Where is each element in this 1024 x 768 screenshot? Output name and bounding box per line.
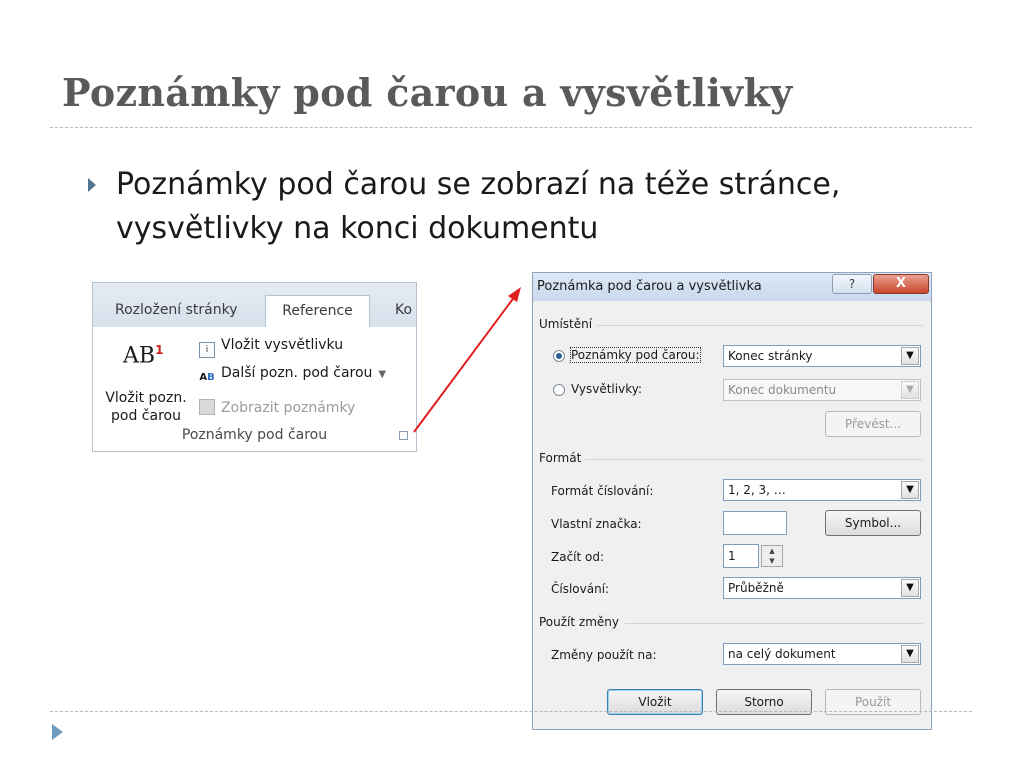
spinner-arrows-icon[interactable]: ▲ ▼: [761, 545, 783, 567]
next-footnote-icon: AB: [199, 372, 215, 383]
help-button[interactable]: ?: [832, 274, 872, 294]
tab-page-layout[interactable]: Rozložení stránky: [115, 302, 238, 318]
number-format-select[interactable]: 1, 2, 3, … ▼: [723, 479, 921, 501]
show-notes-button: Zobrazit poznámky: [199, 399, 355, 416]
bullet-arrow-icon: [88, 178, 96, 192]
apply-to-label: Změny použít na:: [551, 648, 657, 662]
footer-divider: [50, 711, 972, 712]
symbol-button[interactable]: Symbol...: [825, 510, 921, 536]
apply-to-select[interactable]: na celý dokument ▼: [723, 643, 921, 665]
chevron-down-icon: ▼: [901, 381, 919, 399]
close-button[interactable]: X: [873, 274, 929, 294]
bullet-text: Poznámky pod čarou se zobrazí na téže st…: [116, 167, 841, 246]
dialog-title: Poznámka pod čarou a vysvětlivka: [537, 279, 762, 294]
dialog-launcher-icon[interactable]: [399, 431, 408, 440]
chevron-down-icon: ▼: [901, 579, 919, 597]
footnotes-radio[interactable]: [553, 350, 565, 362]
insert-footnote-label: Vložit pozn. pod čarou: [105, 390, 187, 424]
group-label: Poznámky pod čarou: [181, 427, 328, 443]
custom-mark-label: Vlastní značka:: [551, 517, 642, 531]
numbering-select[interactable]: Průběžně ▼: [723, 577, 921, 599]
slide-nav-arrow-icon: [52, 724, 63, 740]
insert-footnote-icon: AB1: [123, 343, 164, 369]
title-divider: [50, 127, 972, 128]
chevron-down-icon: ▼: [901, 481, 919, 499]
tab-references[interactable]: Reference: [265, 295, 370, 329]
next-footnote-button[interactable]: AB Další pozn. pod čarou ▼: [199, 365, 386, 388]
section-apply-changes: Použít změny: [539, 615, 619, 629]
footnotes-position-select[interactable]: Konec stránky ▼: [723, 345, 921, 367]
custom-mark-input[interactable]: [723, 511, 787, 535]
dialog-titlebar: Poznámka pod čarou a vysvětlivka ? X: [533, 273, 931, 301]
footnotes-label: Poznámky pod čarou:: [570, 347, 701, 363]
start-at-input[interactable]: 1: [723, 544, 759, 568]
chevron-down-icon: ▼: [901, 347, 919, 365]
convert-button: Převést...: [825, 411, 921, 437]
start-at-label: Začít od:: [551, 550, 605, 564]
divider: [625, 623, 923, 624]
insert-endnote-button[interactable]: i Vložit vysvětlivku: [199, 337, 343, 358]
tab-mailings[interactable]: Ko: [395, 302, 412, 318]
ribbon-panel: Rozložení stránky Reference Ko AB1 Vloži…: [92, 282, 417, 452]
dropdown-arrow-icon[interactable]: ▼: [378, 369, 386, 380]
section-location: Umístění: [539, 317, 593, 331]
slide-title: Poznámky pod čarou a vysvětlivky: [62, 70, 793, 115]
show-notes-icon: [199, 399, 215, 415]
endnotes-position-select: Konec dokumentu ▼: [723, 379, 921, 401]
footnote-dialog: Poznámka pod čarou a vysvětlivka ? X Umí…: [532, 272, 932, 730]
divider: [585, 459, 923, 460]
number-format-label: Formát číslování:: [551, 484, 654, 498]
insert-endnote-icon: i: [199, 342, 215, 358]
chevron-down-icon: ▼: [901, 645, 919, 663]
section-format: Formát: [539, 451, 582, 465]
ribbon-group-footnotes: AB1 Vložit pozn. pod čarou i Vložit vysvě…: [93, 327, 416, 451]
endnotes-label: Vysvětlivky:: [571, 382, 642, 396]
endnotes-radio[interactable]: [553, 384, 565, 396]
ribbon-tabs: Rozložení stránky Reference Ko: [93, 283, 416, 329]
divider: [597, 325, 923, 326]
numbering-label: Číslování:: [551, 582, 610, 596]
